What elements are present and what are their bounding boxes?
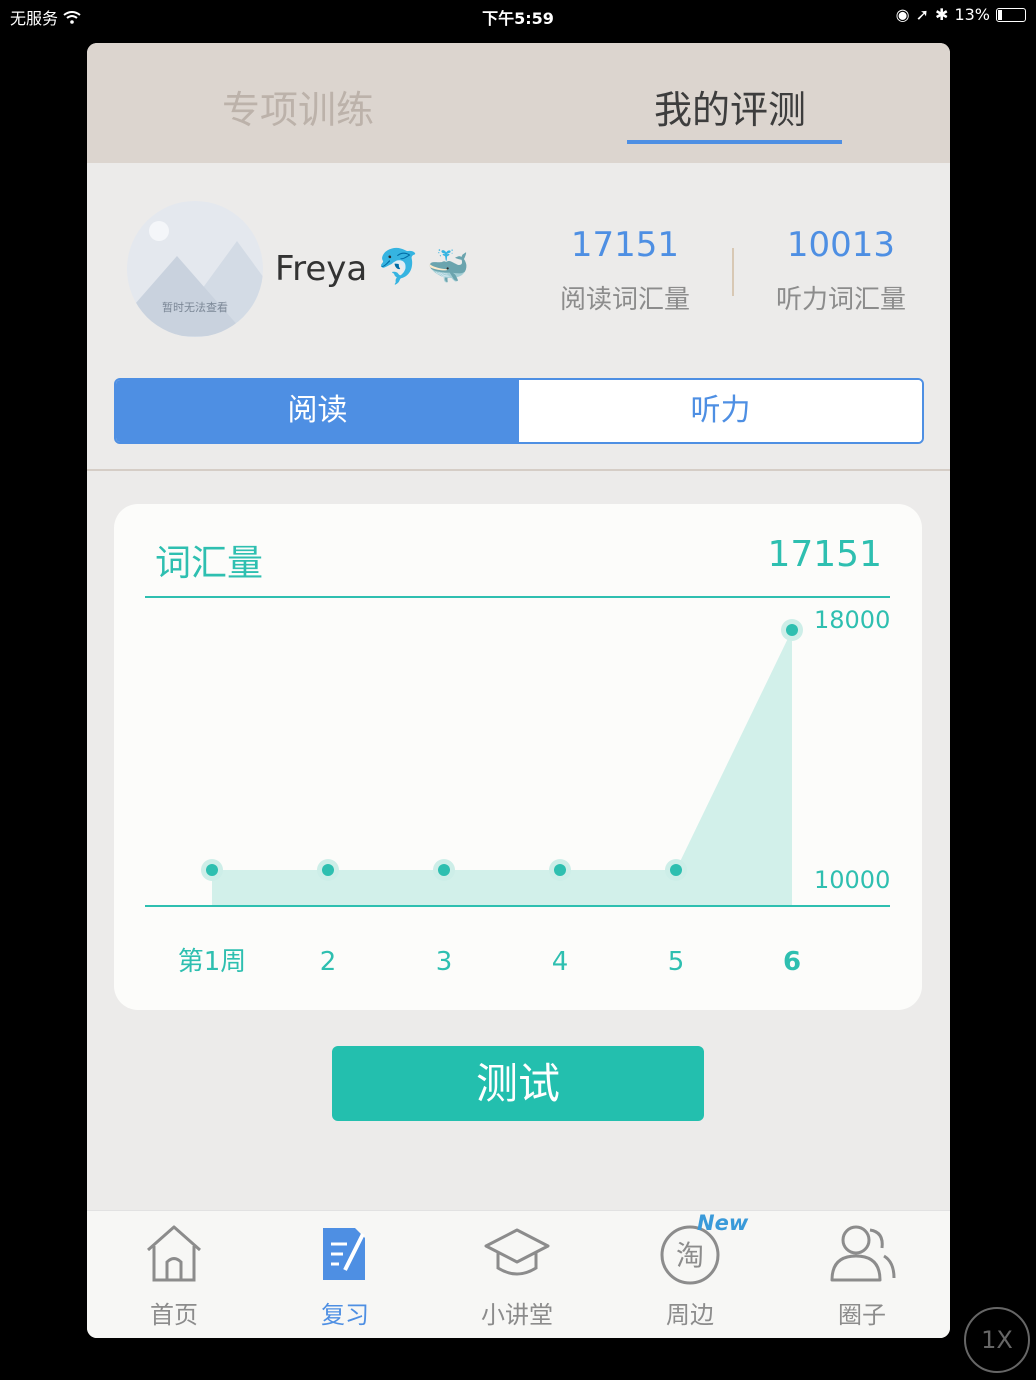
reading-vocab-label: 阅读词汇量 (559, 285, 690, 315)
nav-lecture[interactable]: 小讲堂 (442, 1217, 592, 1330)
nav-circle[interactable]: 圈子 (787, 1217, 937, 1330)
data-point (322, 864, 334, 876)
battery-icon (996, 7, 1026, 22)
status-bar: 无服务 下午5:59 ◉ ➚ ✱ 13% (0, 0, 1036, 30)
divider (87, 469, 950, 471)
listening-vocab-stat: 10013 听力词汇量 (751, 225, 931, 316)
people-icon (787, 1217, 937, 1289)
clock: 下午5:59 (482, 9, 554, 28)
x-tick-label: 3 (436, 947, 453, 977)
location-icon: ➚ (915, 5, 930, 24)
reading-vocab-value: 17151 (570, 225, 680, 265)
listening-vocab-value: 10013 (786, 225, 896, 265)
reading-vocab-stat: 17151 阅读词汇量 (535, 225, 715, 316)
data-point (206, 864, 218, 876)
home-icon (99, 1217, 249, 1289)
reading-listening-toggle: 阅读 听力 (114, 378, 924, 444)
nav-circle-label: 圈子 (838, 1301, 886, 1329)
nav-home-label: 首页 (150, 1301, 198, 1329)
avatar-sun (149, 221, 169, 241)
data-point (438, 864, 450, 876)
active-tab-indicator (627, 140, 842, 144)
top-tabs: 专项训练 我的评测 (87, 43, 950, 163)
app-window: 专项训练 我的评测 暂时无法查看 Freya 🐬 🐳 17151 阅读词汇量 1… (87, 43, 950, 1338)
x-tick-label: 第1周 (178, 947, 247, 977)
battery-percent: 13% (954, 5, 990, 24)
avatar-caption: 暂时无法查看 (162, 301, 228, 314)
y-tick-label: 10000 (814, 866, 890, 894)
listening-vocab-label: 听力词汇量 (775, 285, 906, 315)
nav-review-label: 复习 (321, 1301, 369, 1329)
data-point (554, 864, 566, 876)
user-name: Freya (275, 249, 368, 289)
avatar-mountain (127, 256, 247, 336)
test-button[interactable]: 测试 (332, 1046, 704, 1121)
x-tick-label: 6 (783, 947, 801, 977)
stat-divider (732, 248, 734, 296)
x-tick-label: 2 (320, 947, 337, 977)
vocab-chart: 第1周 2 3 4 5 6 10000 18000 (145, 596, 890, 977)
data-point (786, 624, 798, 636)
bluetooth-icon: ✱ (935, 5, 949, 24)
x-tick-label: 4 (552, 947, 569, 977)
taobao-icon-text: 淘 (676, 1239, 704, 1272)
data-point (670, 864, 682, 876)
status-right: ◉ ➚ ✱ 13% (896, 5, 1026, 24)
nav-review[interactable]: 复习 (270, 1217, 420, 1330)
whale-icon: 🐳 (427, 247, 470, 287)
review-icon (270, 1217, 420, 1289)
segment-reading[interactable]: 阅读 (116, 380, 519, 442)
nav-home[interactable]: 首页 (99, 1217, 249, 1330)
x-tick-label: 5 (668, 947, 685, 977)
chart-area (212, 630, 792, 906)
tab-my-assessment[interactable]: 我的评测 (654, 79, 806, 134)
new-badge: New (697, 1211, 749, 1235)
profile-section: 暂时无法查看 Freya 🐬 🐳 17151 阅读词汇量 10013 听力词汇量 (87, 163, 950, 353)
segment-listening[interactable]: 听力 (519, 380, 922, 442)
nav-lecture-label: 小讲堂 (481, 1301, 553, 1329)
y-tick-label: 18000 (814, 606, 890, 634)
graduation-cap-icon (442, 1217, 592, 1289)
avatar[interactable]: 暂时无法查看 (127, 201, 263, 337)
dolphin-icon: 🐬 (377, 247, 420, 287)
rotation-lock-icon: ◉ (895, 5, 910, 24)
tab-special-training[interactable]: 专项训练 (222, 79, 374, 134)
bottom-nav: 首页 复习 小讲堂 淘 周边 圈子 New (87, 1210, 950, 1338)
nav-nearby-label: 周边 (666, 1301, 714, 1329)
vocab-chart-card: 词汇量 17151 第1周 2 3 4 5 6 10000 18000 (114, 504, 922, 1010)
zoom-button[interactable]: 1X (964, 1307, 1030, 1373)
